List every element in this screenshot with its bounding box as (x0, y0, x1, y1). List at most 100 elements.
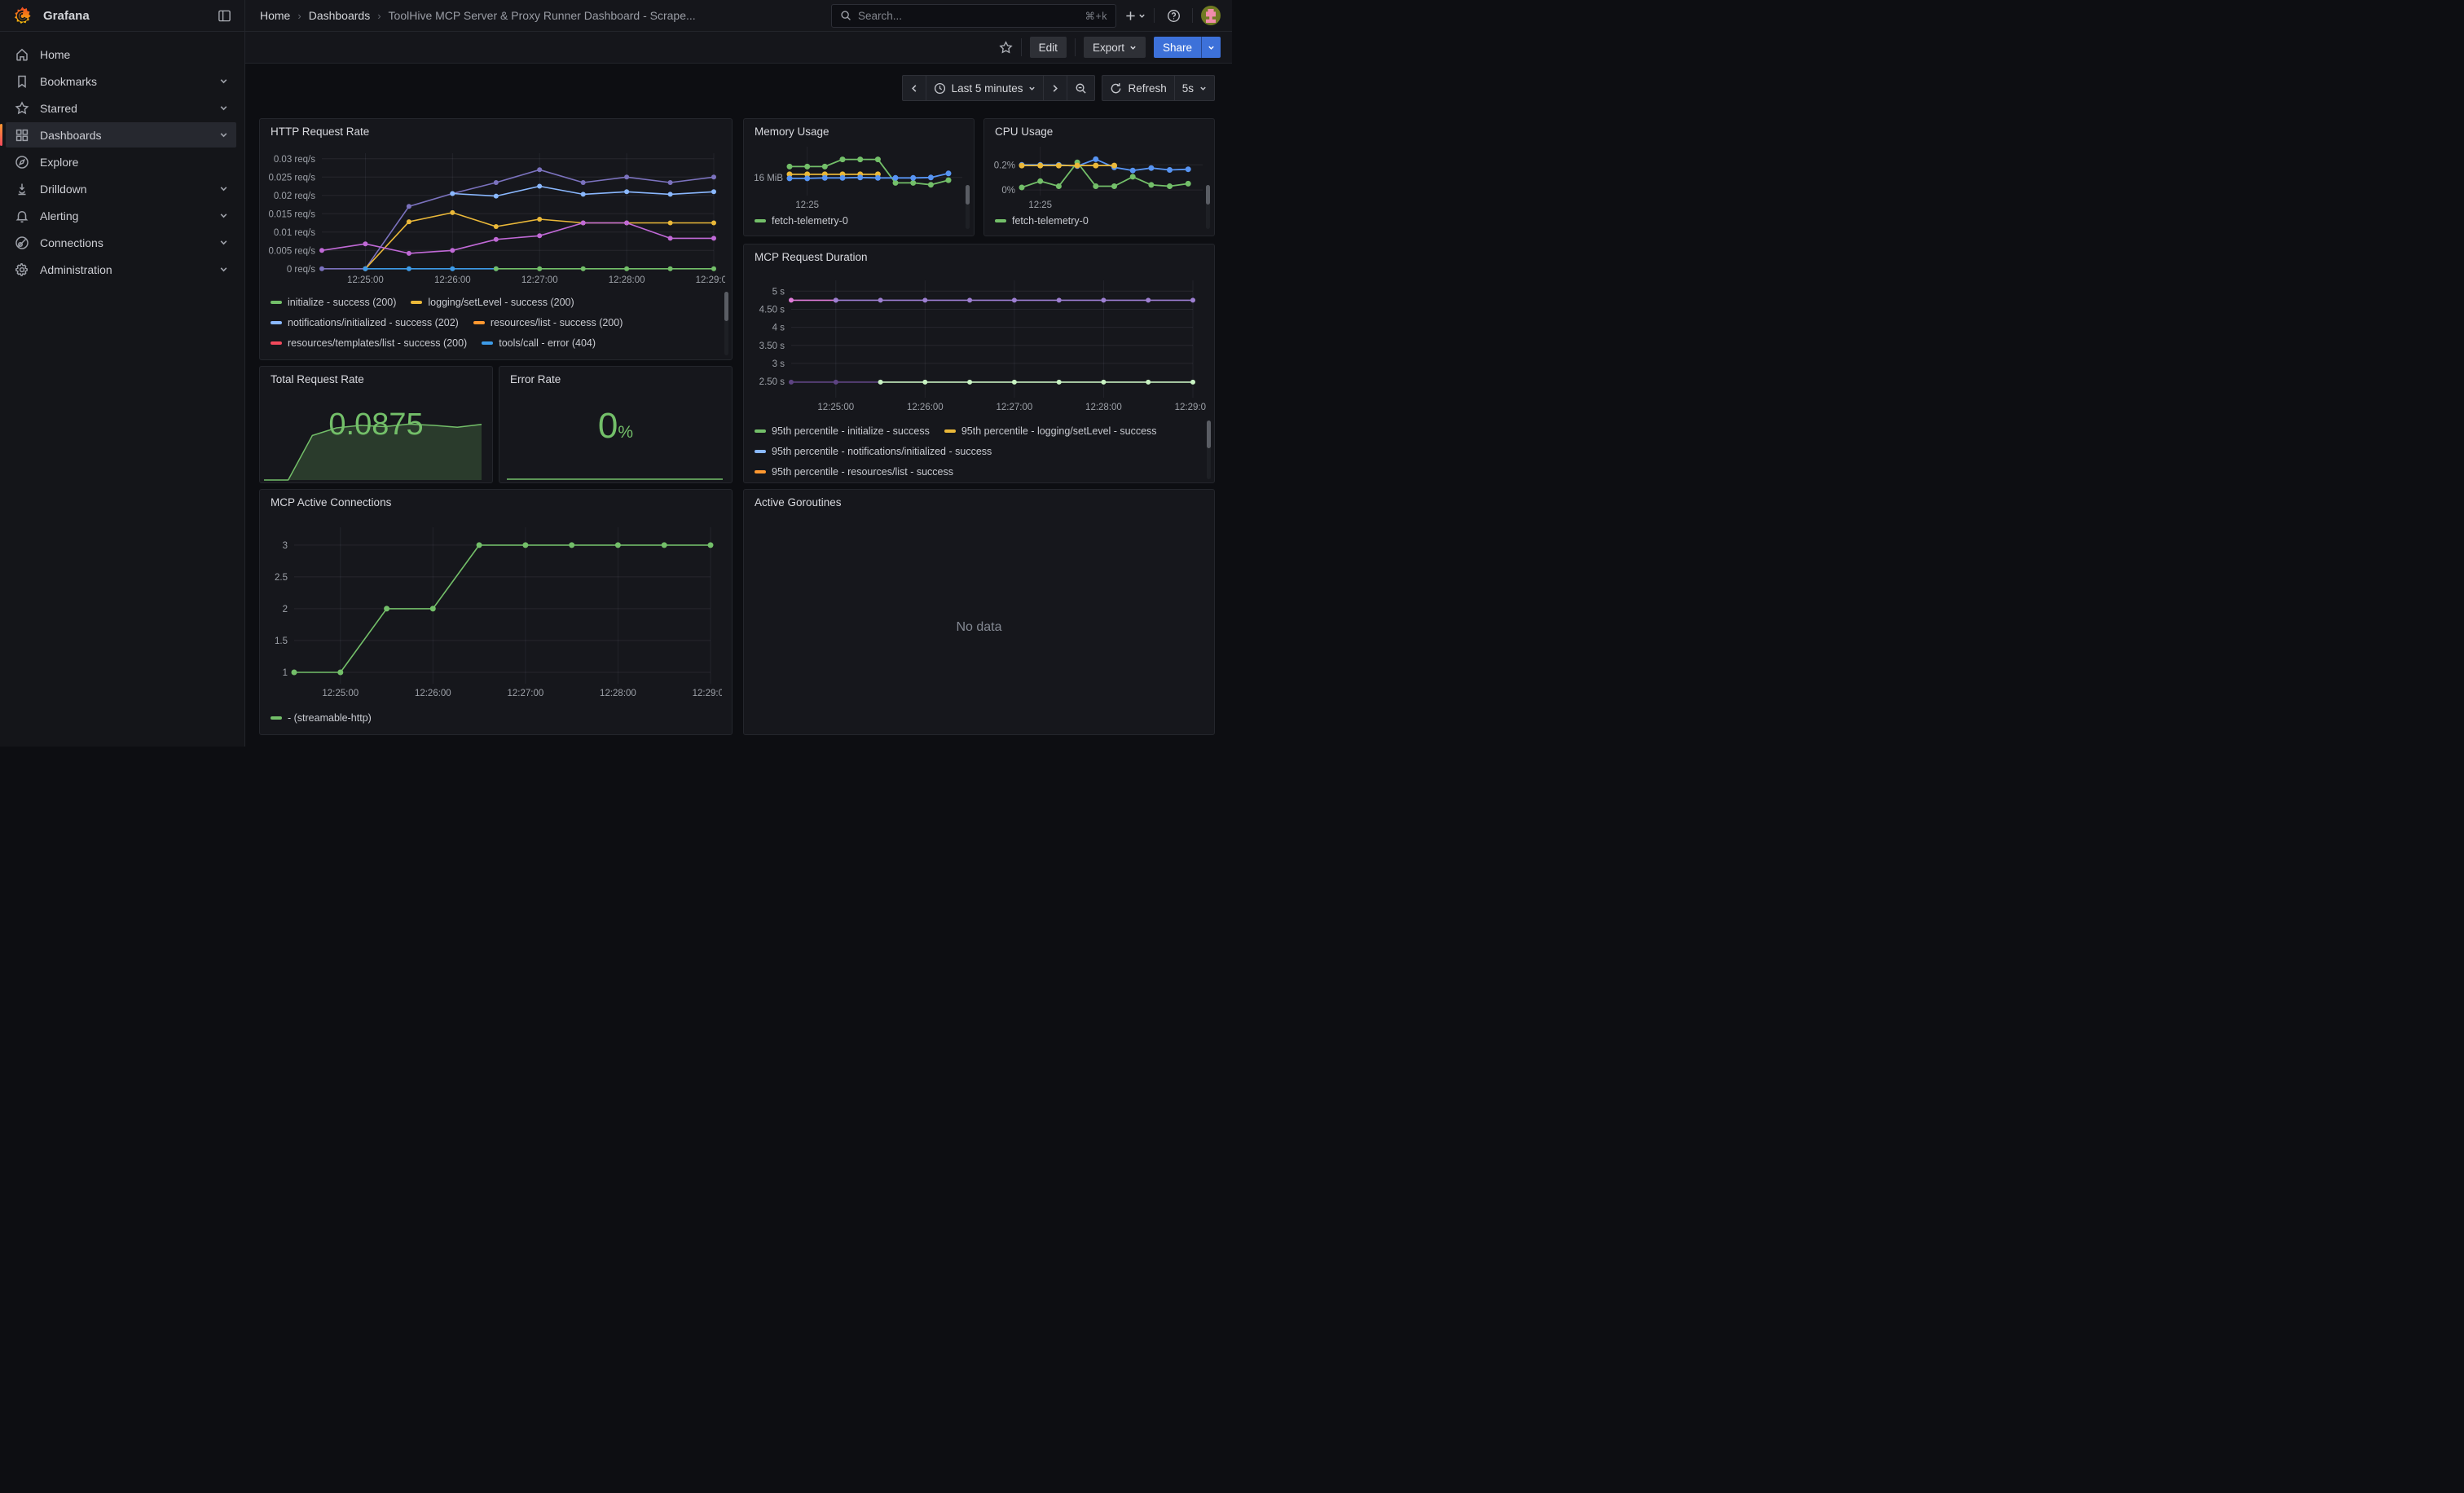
search-box[interactable]: ⌘+k (831, 4, 1116, 28)
legend-series-label: 95th percentile - initialize - success (772, 425, 930, 437)
refresh-interval-picker[interactable]: 5s (1174, 76, 1214, 100)
legend-item[interactable]: initialize - success (200) (271, 297, 396, 308)
star-icon (15, 101, 29, 116)
legend-item[interactable]: - (streamable-http) (271, 712, 372, 724)
breadcrumb-dashboards[interactable]: Dashboards (309, 9, 371, 22)
svg-text:0.005 req/s: 0.005 req/s (268, 246, 315, 256)
legend-item[interactable]: tools/call - error (404) (482, 337, 596, 349)
legend-item[interactable]: fetch-telemetry-0 (755, 215, 848, 227)
chevron-down-icon[interactable] (219, 130, 228, 139)
user-avatar[interactable] (1201, 6, 1221, 25)
legend-scrollbar[interactable] (1206, 185, 1210, 229)
bookmark-icon (15, 74, 29, 89)
legend-scrollbar[interactable] (1207, 421, 1211, 479)
sidebar-item-administration[interactable]: Administration (6, 257, 236, 282)
sidebar-item-alerting[interactable]: Alerting (6, 203, 236, 228)
panel-title[interactable]: Total Request Rate (260, 367, 492, 387)
share-menu-button[interactable] (1201, 37, 1221, 58)
legend-series-color-pill (482, 341, 493, 345)
memory-usage-chart[interactable]: 12:2516 MiB (747, 142, 967, 209)
chevron-down-icon[interactable] (219, 265, 228, 274)
svg-text:1.5: 1.5 (275, 636, 288, 646)
svg-text:5 s: 5 s (772, 287, 785, 297)
legend-item[interactable]: resources/list - success (200) (473, 317, 623, 328)
panel-title[interactable]: MCP Request Duration (744, 244, 1214, 265)
legend-item[interactable]: unknown - success (200) (556, 358, 686, 359)
chevron-down-icon[interactable] (219, 184, 228, 193)
panel-title[interactable]: Active Goroutines (744, 490, 1214, 510)
help-button[interactable] (1163, 5, 1184, 26)
legend-scrollbar[interactable] (966, 185, 970, 229)
time-range-back-button[interactable] (903, 76, 926, 100)
legend-item[interactable]: notifications/initialized - success (202… (271, 317, 459, 328)
legend-item[interactable]: 95th percentile - logging/setLevel - suc… (944, 425, 1157, 437)
legend-item[interactable]: logging/setLevel - success (200) (411, 297, 574, 308)
legend-item[interactable]: 95th percentile - initialize - success (755, 425, 930, 437)
sidebar-item-connections[interactable]: Connections (6, 230, 236, 255)
chevron-down-icon[interactable] (219, 77, 228, 86)
legend-row: tools/call - success (200) tools/list - s… (271, 353, 720, 358)
sidebar-item-home[interactable]: Home (6, 42, 236, 67)
http-legend: initialize - success (200) logging/setLev… (271, 292, 720, 358)
svg-text:12:28:00: 12:28:00 (1085, 403, 1122, 412)
search-icon (840, 10, 851, 21)
nav-divider (1154, 8, 1155, 23)
panel-title[interactable]: Memory Usage (744, 119, 974, 139)
chevron-down-icon[interactable] (219, 103, 228, 112)
chevron-down-icon (1138, 12, 1146, 20)
legend-item[interactable]: fetch-telemetry-0 (995, 215, 1089, 227)
legend-series-label: tools/call - error (404) (499, 337, 596, 349)
favorite-star-button[interactable] (999, 41, 1013, 55)
export-button[interactable]: Export (1084, 37, 1146, 58)
legend-series-label: tools/list - success (200) (432, 358, 541, 359)
svg-text:12:27:00: 12:27:00 (997, 403, 1033, 412)
sidebar-toggle-icon[interactable] (213, 5, 235, 26)
nav-left-section: Grafana (0, 0, 245, 31)
legend-item[interactable]: 95th percentile - notifications/initiali… (755, 446, 992, 457)
legend-series-label: logging/setLevel - success (200) (428, 297, 574, 308)
panel-title[interactable]: Error Rate (499, 367, 732, 387)
legend-series-label: 95th percentile - resources/list - succe… (772, 466, 953, 478)
refresh-button[interactable]: Refresh (1102, 76, 1173, 100)
http-request-rate-chart[interactable]: 12:25:0012:26:0012:27:0012:28:0012:29:00… (265, 145, 725, 287)
search-input[interactable] (858, 10, 1078, 22)
svg-text:12:27:00: 12:27:00 (508, 689, 544, 698)
panel-title[interactable]: CPU Usage (984, 119, 1214, 139)
sidebar-item-starred[interactable]: Starred (6, 95, 236, 121)
legend-item[interactable]: 95th percentile - resources/list - succe… (755, 466, 953, 478)
sidebar-item-dashboards[interactable]: Dashboards (6, 122, 236, 148)
legend-item[interactable]: tools/call - success (200) (271, 358, 400, 359)
add-new-button[interactable] (1124, 5, 1146, 26)
sidebar-item-bookmarks[interactable]: Bookmarks (6, 68, 236, 94)
svg-text:12:26:00: 12:26:00 (434, 275, 471, 285)
breadcrumb-home[interactable]: Home (260, 9, 290, 22)
legend-item[interactable]: tools/list - success (200) (415, 358, 541, 359)
time-zoom-out-button[interactable] (1067, 76, 1094, 100)
panel-title[interactable]: MCP Active Connections (260, 490, 732, 510)
svg-text:12:29:00: 12:29:00 (693, 689, 722, 698)
legend-series-color-pill (411, 301, 422, 304)
time-range-forward-button[interactable] (1043, 76, 1067, 100)
chevron-down-icon[interactable] (219, 211, 228, 220)
sidebar-item-drilldown[interactable]: Drilldown (6, 176, 236, 201)
svg-text:4 s: 4 s (772, 324, 785, 333)
legend-series-color-pill (755, 429, 766, 433)
home-icon (15, 47, 29, 62)
legend-scrollbar[interactable] (724, 292, 728, 355)
cpu-usage-chart[interactable]: 12:250.2%0% (988, 142, 1208, 209)
panel-cpu-usage: CPU Usage 12:250.2%0% fetch-telemetry-0 (983, 118, 1215, 236)
svg-text:12:27:00: 12:27:00 (521, 275, 558, 285)
chevron-down-icon[interactable] (219, 238, 228, 247)
legend-item[interactable]: resources/templates/list - success (200) (271, 337, 467, 349)
error-rate-sparkline[interactable] (500, 441, 731, 482)
share-button[interactable]: Share (1154, 37, 1201, 58)
edit-button[interactable]: Edit (1030, 37, 1067, 58)
refresh-label: Refresh (1128, 82, 1166, 95)
sidebar-item-explore[interactable]: Explore (6, 149, 236, 174)
chevron-down-icon (1028, 85, 1036, 92)
mcp-request-duration-chart[interactable]: 12:25:0012:26:0012:27:0012:28:0012:29:00… (749, 271, 1206, 416)
svg-text:4.50 s: 4.50 s (759, 305, 785, 315)
mcp-active-connections-chart[interactable]: 12:25:0012:26:0012:27:0012:28:0012:29:00… (266, 519, 722, 703)
panel-title[interactable]: HTTP Request Rate (260, 119, 732, 139)
time-range-picker[interactable]: Last 5 minutes (926, 76, 1044, 100)
